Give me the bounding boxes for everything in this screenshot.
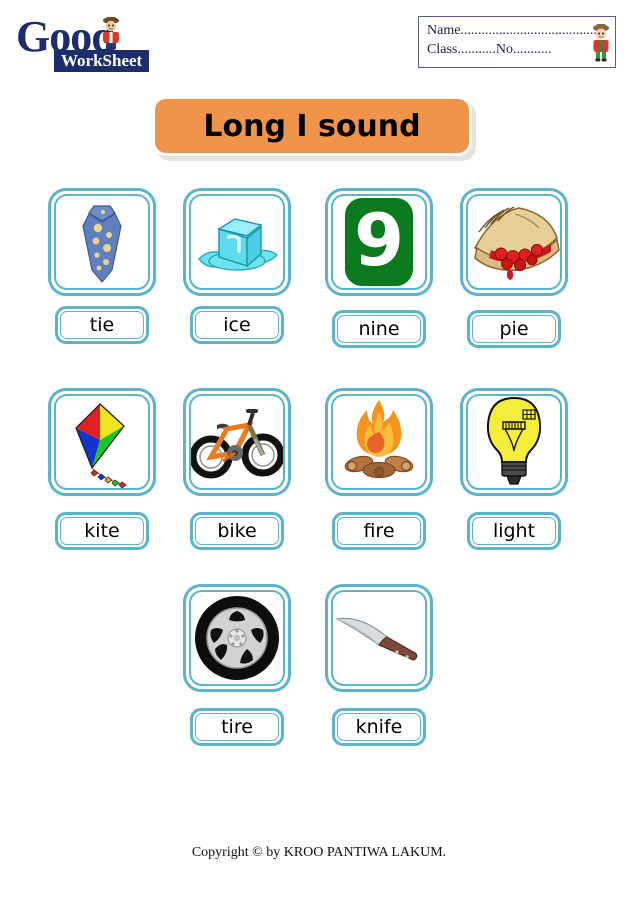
card-image-frame: [189, 194, 285, 290]
label-frame: light: [472, 517, 556, 545]
student-figure-icon: [591, 21, 611, 63]
copyright-footer: Copyright © by KROO PANTIWA LAKUM.: [191, 845, 447, 860]
label-frame: tie: [60, 311, 144, 339]
label-text: bike: [217, 520, 257, 542]
bicycle-icon: [191, 403, 283, 481]
label-text: pie: [499, 318, 529, 340]
number-nine-icon: 9: [342, 196, 416, 288]
word-label-bike[interactable]: bike: [190, 512, 284, 550]
word-label-nine[interactable]: nine: [332, 310, 426, 348]
picture-card-tire[interactable]: [183, 584, 291, 692]
label-text: ice: [223, 314, 251, 336]
card-image-frame: [466, 394, 562, 490]
class-number-line: Class...........No...........: [427, 42, 552, 57]
ice-cube-icon: [191, 203, 283, 281]
card-image-frame: [331, 590, 427, 686]
label-text: nine: [358, 318, 400, 340]
word-label-tire[interactable]: tire: [190, 708, 284, 746]
card-image-frame: [189, 590, 285, 686]
name-line: Name....................................…: [427, 23, 604, 38]
card-image-frame: [189, 394, 285, 490]
label-text: fire: [363, 520, 395, 542]
label-text: tie: [89, 314, 115, 336]
necktie-icon: [63, 200, 141, 284]
picture-card-kite[interactable]: [48, 388, 156, 496]
label-frame: tire: [195, 713, 279, 741]
word-label-ice[interactable]: ice: [190, 306, 284, 344]
label-text: tire: [221, 716, 253, 738]
logo-worksheet-text: WorkSheet: [54, 50, 150, 72]
picture-card-bike[interactable]: [183, 388, 291, 496]
title-banner-body: Long I sound: [152, 96, 472, 156]
label-frame: bike: [195, 517, 279, 545]
label-frame: kite: [60, 517, 144, 545]
label-frame: knife: [337, 713, 421, 741]
label-text: knife: [355, 716, 403, 738]
card-image-frame: [54, 394, 150, 490]
picture-card-tie[interactable]: [48, 188, 156, 296]
word-label-tie[interactable]: tie: [55, 306, 149, 344]
worksheet-title-banner: Long I sound: [152, 96, 476, 161]
label-frame: pie: [472, 315, 556, 343]
teacher-figure-icon: [100, 16, 122, 50]
picture-card-knife[interactable]: [325, 584, 433, 692]
cherry-pie-slice-icon: [468, 202, 560, 282]
label-text: kite: [84, 520, 120, 542]
picture-card-nine[interactable]: 9: [325, 188, 433, 296]
word-label-knife[interactable]: knife: [332, 708, 426, 746]
card-image-frame: [466, 194, 562, 290]
svg-text:9: 9: [354, 198, 404, 282]
word-label-kite[interactable]: kite: [55, 512, 149, 550]
label-frame: fire: [337, 517, 421, 545]
label-text: light: [492, 520, 536, 542]
word-label-fire[interactable]: fire: [332, 512, 426, 550]
campfire-icon: [333, 396, 425, 488]
card-image-frame: [54, 194, 150, 290]
picture-card-light[interactable]: [460, 388, 568, 496]
picture-card-pie[interactable]: [460, 188, 568, 296]
word-label-light[interactable]: light: [467, 512, 561, 550]
card-image-frame: [331, 394, 427, 490]
name-class-field[interactable]: Name....................................…: [418, 16, 616, 68]
kite-icon: [60, 396, 144, 488]
page-title: Long I sound: [203, 108, 421, 144]
light-bulb-icon: [479, 396, 549, 488]
card-image-frame: 9: [331, 194, 427, 290]
picture-card-fire[interactable]: [325, 388, 433, 496]
picture-card-ice[interactable]: [183, 188, 291, 296]
site-logo: Good WorkSheet: [16, 14, 150, 74]
word-label-pie[interactable]: pie: [467, 310, 561, 348]
kitchen-knife-icon: [333, 607, 425, 669]
label-frame: ice: [195, 311, 279, 339]
label-frame: nine: [337, 315, 421, 343]
tire-wheel-icon: [193, 594, 281, 682]
